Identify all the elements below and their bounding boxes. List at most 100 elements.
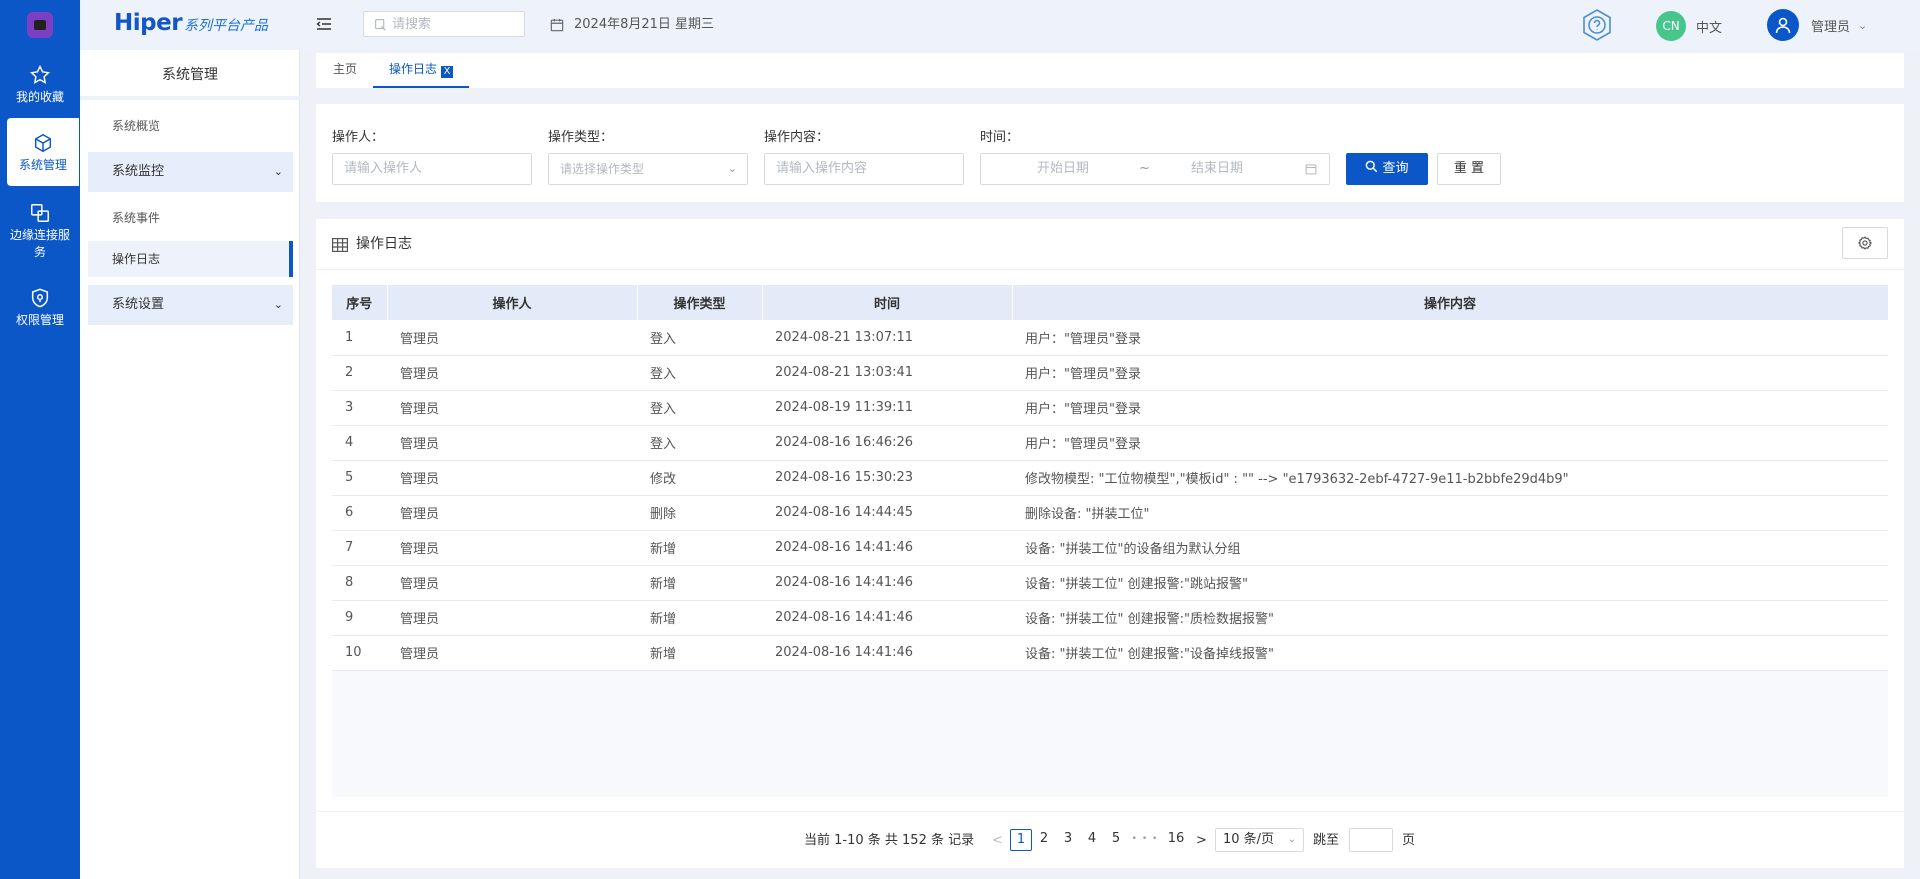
cell-operator: 管理员 [387,495,637,531]
rail-item-edge-connect[interactable]: 边缘连接服务 [0,202,80,261]
table-row[interactable]: 8 管理员 新增 2024-08-16 14:41:46 设备: "拼装工位" … [332,565,1888,601]
cell-time: 2024-08-16 16:46:26 [762,425,1012,461]
calendar-icon [1305,164,1317,175]
cell-content: 删除设备: "拼装工位" [1012,495,1888,531]
end-date-input[interactable]: 结束日期 [1191,154,1243,184]
sidebar-item-label: 系统概览 [112,119,161,133]
sidebar-title: 系统管理 [80,50,300,100]
cell-time: 2024-08-16 14:44:45 [762,495,1012,531]
reset-button[interactable]: 重 置 [1437,153,1501,185]
cell-time: 2024-08-21 13:07:11 [762,320,1012,356]
next-page-button[interactable]: > [1196,812,1207,869]
time-label: 时间： [980,130,1020,145]
table-title-text: 操作日志 [356,236,412,252]
cell-type: 新增 [637,600,762,636]
user-menu[interactable]: 管理员 ⌄ [1767,9,1867,41]
sidebar-item-overview[interactable]: 系统概览 [88,106,293,146]
table-row[interactable]: 10 管理员 新增 2024-08-16 14:41:46 设备: "拼装工位"… [332,635,1888,671]
gear-icon [1858,236,1872,250]
sidebar-item-operation-log[interactable]: 操作日志 [88,241,293,277]
chevron-down-icon: ⌄ [273,298,283,311]
content-field[interactable] [764,153,964,185]
table-title: 操作日志 [332,219,412,270]
page-unit-label: 页 [1402,833,1416,848]
start-date-input[interactable]: 开始日期 [1037,154,1089,184]
sidebar-item-label: 操作日志 [112,252,161,266]
type-select-placeholder: 请选择操作类型 [560,162,645,176]
cell-content: 用户："管理员"登录 [1012,390,1888,426]
operator-input[interactable] [344,154,531,183]
table-row[interactable]: 1 管理员 登入 2024-08-21 13:07:11 用户："管理员"登录 [332,320,1888,356]
page-ellipsis[interactable]: • • • [1130,829,1160,851]
cell-operator: 管理员 [387,425,637,461]
cell-type: 删除 [637,495,762,531]
cell-no: 7 [332,530,387,566]
prev-page-button[interactable]: < [992,812,1003,869]
sidebar-item-label: 系统设置 [112,297,165,312]
table-row[interactable]: 2 管理员 登入 2024-08-21 13:03:41 用户："管理员"登录 [332,355,1888,391]
table-row[interactable]: 7 管理员 新增 2024-08-16 14:41:46 设备: "拼装工位"的… [332,530,1888,566]
search-input[interactable] [392,16,522,32]
page-size-select[interactable]: 10 条/页 ⌄ [1215,828,1304,852]
cell-operator: 管理员 [387,565,637,601]
cell-operator: 管理员 [387,320,637,356]
cell-type: 新增 [637,635,762,671]
page-button-2[interactable]: 2 [1034,829,1054,851]
type-select[interactable]: 请选择操作类型 ⌄ [548,153,748,185]
menu-toggle-icon[interactable] [316,16,332,36]
rail-item-system-management[interactable]: 系统管理 [7,118,79,186]
query-button[interactable]: 查询 [1346,153,1428,185]
page-button-4[interactable]: 4 [1082,829,1102,851]
operator-field[interactable] [332,153,532,185]
date-range-picker[interactable]: 开始日期 ~ 结束日期 [980,153,1330,185]
cell-time: 2024-08-19 11:39:11 [762,390,1012,426]
date-text: 2024年8月21日 星期三 [574,17,715,32]
cell-no: 3 [332,390,387,426]
avatar [1767,9,1799,41]
table-icon [332,237,348,252]
cell-operator: 管理员 [387,530,637,566]
type-label: 操作类型： [548,130,614,145]
column-header-operator[interactable]: 操作人 [387,285,638,320]
cell-type: 登入 [637,390,762,426]
content-input[interactable] [776,154,963,183]
cell-operator: 管理员 [387,600,637,636]
help-icon[interactable] [1580,8,1614,46]
table-row[interactable]: 5 管理员 修改 2024-08-16 15:30:23 修改物模型: "工位物… [332,460,1888,496]
cell-type: 登入 [637,355,762,391]
table-row[interactable]: 3 管理员 登入 2024-08-19 11:39:11 用户："管理员"登录 [332,390,1888,426]
table-row[interactable]: 6 管理员 删除 2024-08-16 14:44:45 删除设备: "拼装工位… [332,495,1888,531]
page-button-last[interactable]: 16 [1164,829,1188,851]
range-separator: ~ [1139,161,1150,176]
cell-content: 用户："管理员"登录 [1012,425,1888,461]
column-header-content[interactable]: 操作内容 [1012,285,1889,320]
search-box[interactable] [363,11,525,37]
tab-operation-log[interactable]: 操作日志 X [373,53,470,88]
jump-page-input[interactable] [1349,828,1393,852]
page-button-3[interactable]: 3 [1058,829,1078,851]
sidebar-item-events[interactable]: 系统事件 [88,198,293,238]
cell-time: 2024-08-16 15:30:23 [762,460,1012,496]
column-header-time[interactable]: 时间 [762,285,1013,320]
table-row[interactable]: 4 管理员 登入 2024-08-16 16:46:26 用户："管理员"登录 [332,425,1888,461]
table-settings-button[interactable] [1842,227,1888,259]
rail-item-permissions[interactable]: 权限管理 [0,287,80,329]
sidebar-item-settings[interactable]: 系统设置 ⌄ [88,285,293,325]
sidebar-item-monitor[interactable]: 系统监控 ⌄ [88,152,293,192]
table-row[interactable]: 9 管理员 新增 2024-08-16 14:41:46 设备: "拼装工位" … [332,600,1888,636]
rail-item-favorites[interactable]: 我的收藏 [0,64,80,106]
column-header-type[interactable]: 操作类型 [637,285,763,320]
page-button-5[interactable]: 5 [1106,829,1126,851]
close-icon[interactable]: X [441,66,454,78]
tab-home[interactable]: 主页 [333,53,357,88]
cell-content: 设备: "拼装工位"的设备组为默认分组 [1012,530,1888,566]
page-button-1[interactable]: 1 [1010,829,1032,851]
cell-content: 设备: "拼装工位" 创建报警:"设备掉线报警" [1012,635,1888,671]
cell-no: 9 [332,600,387,636]
cell-no: 1 [332,320,387,356]
pagination-summary: 当前 1-10 条 共 152 条 记录 [804,833,975,848]
operator-label: 操作人： [332,130,385,145]
column-header-no[interactable]: 序号 [332,285,388,320]
cell-no: 5 [332,460,387,496]
language-switch[interactable]: CN 中文 [1656,11,1722,41]
